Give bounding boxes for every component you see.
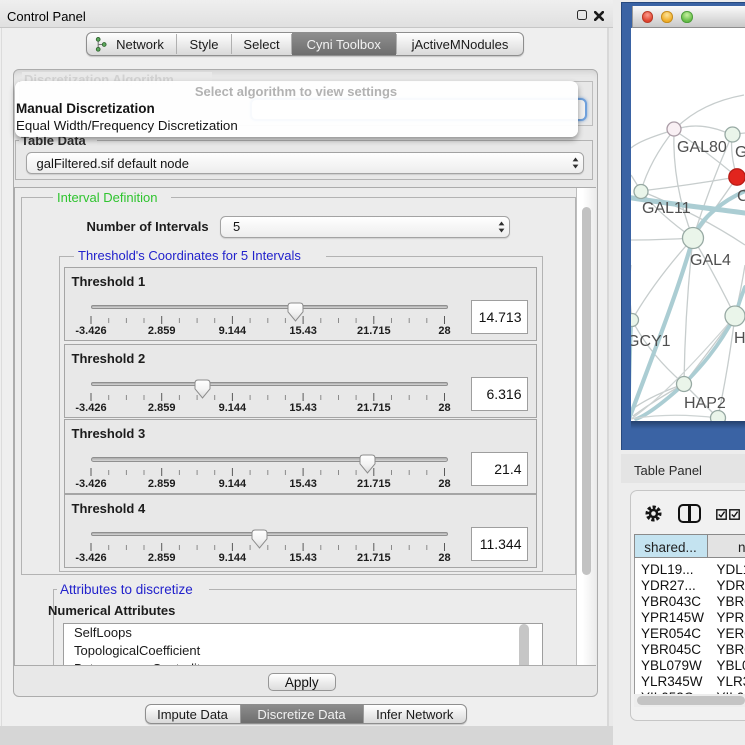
svg-text:GAL: GAL bbox=[735, 144, 745, 161]
svg-text:GAL11: GAL11 bbox=[642, 200, 691, 217]
svg-text:H: H bbox=[734, 330, 745, 347]
svg-text:GCY1: GCY1 bbox=[631, 333, 671, 350]
svg-text:CD: CD bbox=[737, 188, 745, 205]
svg-text:GAL80: GAL80 bbox=[677, 139, 727, 156]
svg-text:GAL4: GAL4 bbox=[690, 252, 731, 269]
svg-text:HAP2: HAP2 bbox=[684, 395, 726, 412]
